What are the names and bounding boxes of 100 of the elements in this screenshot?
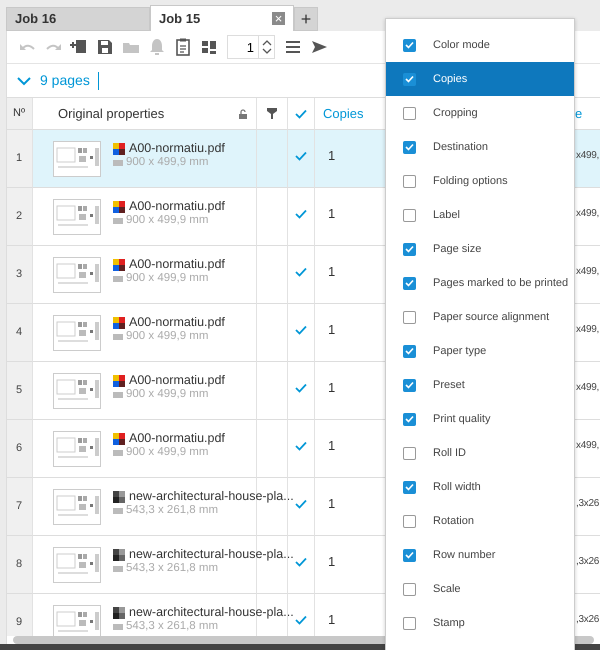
checkbox[interactable] [403,208,416,222]
row-number: 2 [16,209,22,224]
menu-item[interactable]: Preset [386,368,574,402]
check-icon [405,143,414,151]
file-name: A00-normatiu.pdf [129,141,225,156]
clipboard-icon [173,37,193,57]
checkbox[interactable] [403,310,416,324]
checkbox[interactable] [403,38,416,52]
page-size-icon [113,566,123,572]
lock-icon[interactable] [238,108,248,118]
page-size: 900 x 499,9 mm [126,214,208,228]
check-icon [405,415,414,423]
menu-item[interactable]: Copies [386,62,574,96]
check-icon [405,279,414,287]
check-icon [295,108,307,118]
checkbox[interactable] [403,548,416,562]
page-size-icon [113,160,123,166]
copies-value: 1 [328,204,336,223]
row-number: 9 [16,615,22,630]
checkbox[interactable] [403,174,416,188]
copies-value: 1 [328,610,336,629]
file-name: A00-normatiu.pdf [129,373,225,388]
file-name: A00-normatiu.pdf [129,315,225,330]
check-icon [405,381,414,389]
file-name: A00-normatiu.pdf [129,257,225,272]
menu-item[interactable]: Roll ID [386,436,574,470]
check-icon [405,41,414,49]
table-cell-text: x499, [576,207,599,221]
check-icon [405,551,414,559]
tab[interactable]: Job 15 × [150,5,294,31]
row-number: 7 [16,499,22,514]
menu-item[interactable]: Rotation [386,504,574,538]
copies-value: 1 [328,436,336,455]
table-cell-text: ,3x26 [576,555,599,569]
checkbox[interactable] [403,582,416,596]
add-tab-button[interactable]: + [294,7,318,31]
page-size: 900 x 499,9 mm [126,156,208,170]
chevron-icon [17,76,31,86]
tab[interactable]: Job 16 [6,7,150,31]
file-name: new-architectural-house-pla... [129,547,294,562]
menu-item[interactable]: Color mode [386,28,574,62]
save-button[interactable] [95,37,115,57]
checkbox[interactable] [403,140,416,154]
checkbox[interactable] [403,446,416,460]
copies-value: 1 [328,378,336,397]
copies-value: 1 [328,552,336,571]
check-icon [405,245,414,253]
checkbox[interactable] [403,480,416,494]
save-icon [95,37,115,57]
checkbox[interactable] [403,242,416,256]
checkbox[interactable] [403,412,416,426]
column-header[interactable]: Original properties [58,104,164,124]
copies-value: 1 [328,494,336,513]
page-size-icon [113,276,123,282]
table-cell-text: ,3x26 [576,497,599,511]
file-name: A00-normatiu.pdf [129,199,225,214]
checkbox[interactable] [403,378,416,392]
page-size: 543,3 x 261,8 mm [126,504,218,518]
page-size-icon [113,392,123,398]
row-number: 1 [16,151,22,166]
table-cell-text: ,3x26 [576,613,599,627]
checkbox[interactable] [403,344,416,358]
page-size-icon [113,334,123,340]
check-icon [405,347,414,355]
text-cursor [98,72,99,90]
table-cell-text: x499, [576,439,599,453]
page-size: 900 x 499,9 mm [126,272,208,286]
menu-item[interactable]: Pages marked to be printed [386,266,574,300]
row-number: 3 [16,267,22,282]
row-number: 6 [16,441,22,456]
checkbox[interactable] [403,616,416,630]
menu-item[interactable]: Destination [386,130,574,164]
table-cell-text: x499, [576,265,599,279]
copies-value: 1 [328,146,336,165]
filter-icon[interactable] [267,108,277,119]
file-name: new-architectural-house-pla... [129,605,294,620]
file-name: new-architectural-house-pla... [129,489,294,504]
undo-icon [20,43,34,51]
copies-value: 1 [328,320,336,339]
clipboard-button[interactable] [173,37,193,57]
table-cell-text: x499, [576,323,599,337]
checkbox[interactable] [403,106,416,120]
copies-field[interactable]: 1 [227,35,259,59]
menu-item[interactable]: Label [386,198,574,232]
row-number: 4 [16,325,22,340]
checkbox[interactable] [403,276,416,290]
column-header: Nº [13,106,25,122]
file-name: A00-normatiu.pdf [129,431,225,446]
page-size: 543,3 x 261,8 mm [126,562,218,576]
stepper-button[interactable] [259,35,275,59]
page-size: 900 x 499,9 mm [126,388,208,402]
page-size-icon [113,218,123,224]
up-down-arrows-icon [262,39,272,55]
table-cell-text: x499, [576,381,599,395]
checkbox[interactable] [403,72,416,86]
checkbox[interactable] [403,514,416,528]
check-icon [405,483,414,491]
menu-item[interactable]: Row number [386,538,574,572]
menu-item[interactable]: Cropping [386,96,574,130]
copies-value: 1 [328,262,336,281]
